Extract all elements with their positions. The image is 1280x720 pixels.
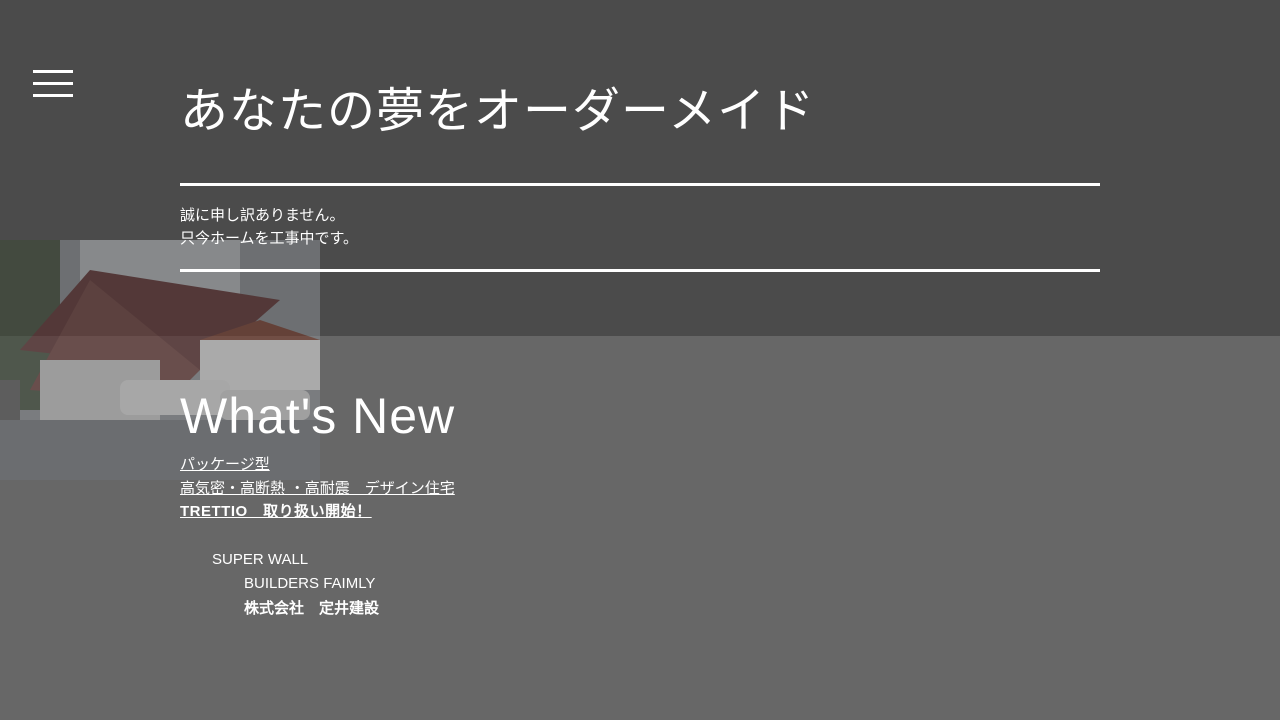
news-link-trettio[interactable]: TRETTIO 取り扱い開始！	[180, 500, 455, 524]
hamburger-menu-icon	[33, 70, 73, 73]
company-line-super-wall: SUPER WALL	[212, 551, 309, 568]
page: あなたの夢をオーダーメイド 誠に申し訳ありません。 只今ホームを工事中です。 W…	[0, 0, 1280, 720]
company-info: SUPER WALL BUILDERS FAIMLY 株式会社 定井建設	[212, 548, 379, 620]
news-link-design-house[interactable]: 高気密・高断熱 ・高耐震 デザイン住宅	[180, 476, 455, 500]
hero-title: あなたの夢をオーダーメイド	[180, 83, 816, 139]
divider-top	[180, 183, 1100, 186]
notice-line-1: 誠に申し訳ありません。	[180, 206, 345, 224]
news-link-package[interactable]: パッケージ型	[180, 452, 455, 476]
company-line-builders-family: BUILDERS FAIMLY	[244, 575, 376, 592]
divider-bottom	[180, 269, 1100, 272]
menu-button[interactable]	[33, 70, 73, 97]
construction-notice: 誠に申し訳ありません。 只今ホームを工事中です。	[180, 204, 358, 250]
notice-line-2: 只今ホームを工事中です。	[180, 229, 359, 247]
whats-new-heading: What's New	[180, 388, 456, 444]
company-name: 株式会社 定井建設	[244, 599, 380, 617]
news-list: パッケージ型 高気密・高断熱 ・高耐震 デザイン住宅 TRETTIO 取り扱い開…	[180, 452, 455, 524]
